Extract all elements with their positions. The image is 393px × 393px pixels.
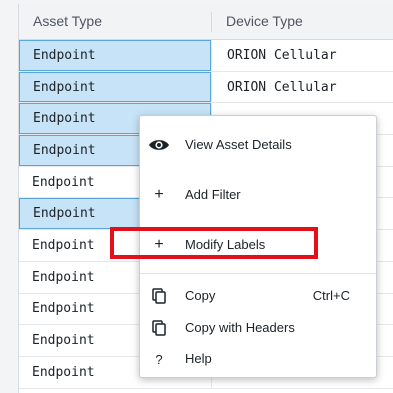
device-type-cell[interactable]: ORION Cellular <box>211 40 393 71</box>
menu-item-label: View Asset Details <box>185 137 292 152</box>
grid-header: Asset Type Device Type <box>19 4 393 40</box>
menu-item-label: Add Filter <box>185 187 241 202</box>
menu-divider <box>140 273 376 274</box>
copy-icon <box>148 282 170 310</box>
table-row[interactable]: Endpoint ORION Cellular <box>19 40 393 72</box>
copy-icon <box>148 314 170 342</box>
menu-item-label: Help <box>185 351 212 366</box>
column-header-device-type[interactable]: Device Type <box>226 4 303 39</box>
menu-item-help[interactable]: ? Help <box>140 345 376 373</box>
menu-item-view-asset-details[interactable]: View Asset Details <box>140 131 376 159</box>
shortcut-label: Ctrl+C <box>312 288 350 303</box>
menu-item-add-filter[interactable]: + Add Filter <box>140 181 376 209</box>
menu-item-copy-with-headers[interactable]: Copy with Headers <box>140 314 376 342</box>
menu-item-label: Copy with Headers <box>185 320 295 335</box>
plus-icon: + <box>154 186 164 203</box>
eye-icon <box>148 131 170 159</box>
menu-item-copy[interactable]: Copy Ctrl+C <box>140 282 376 310</box>
column-divider[interactable] <box>211 12 212 32</box>
asset-type-cell[interactable]: Endpoint <box>19 71 211 103</box>
column-header-asset-type[interactable]: Asset Type <box>33 4 102 39</box>
asset-type-cell[interactable]: Endpoint <box>19 40 211 71</box>
table-row[interactable]: Endpoint ORION Cellular <box>19 71 393 104</box>
device-type-cell[interactable]: ORION Cellular <box>211 71 393 103</box>
annotation-highlight-box <box>110 227 318 259</box>
menu-item-label: Copy <box>185 288 216 303</box>
question-icon: ? <box>155 351 163 367</box>
